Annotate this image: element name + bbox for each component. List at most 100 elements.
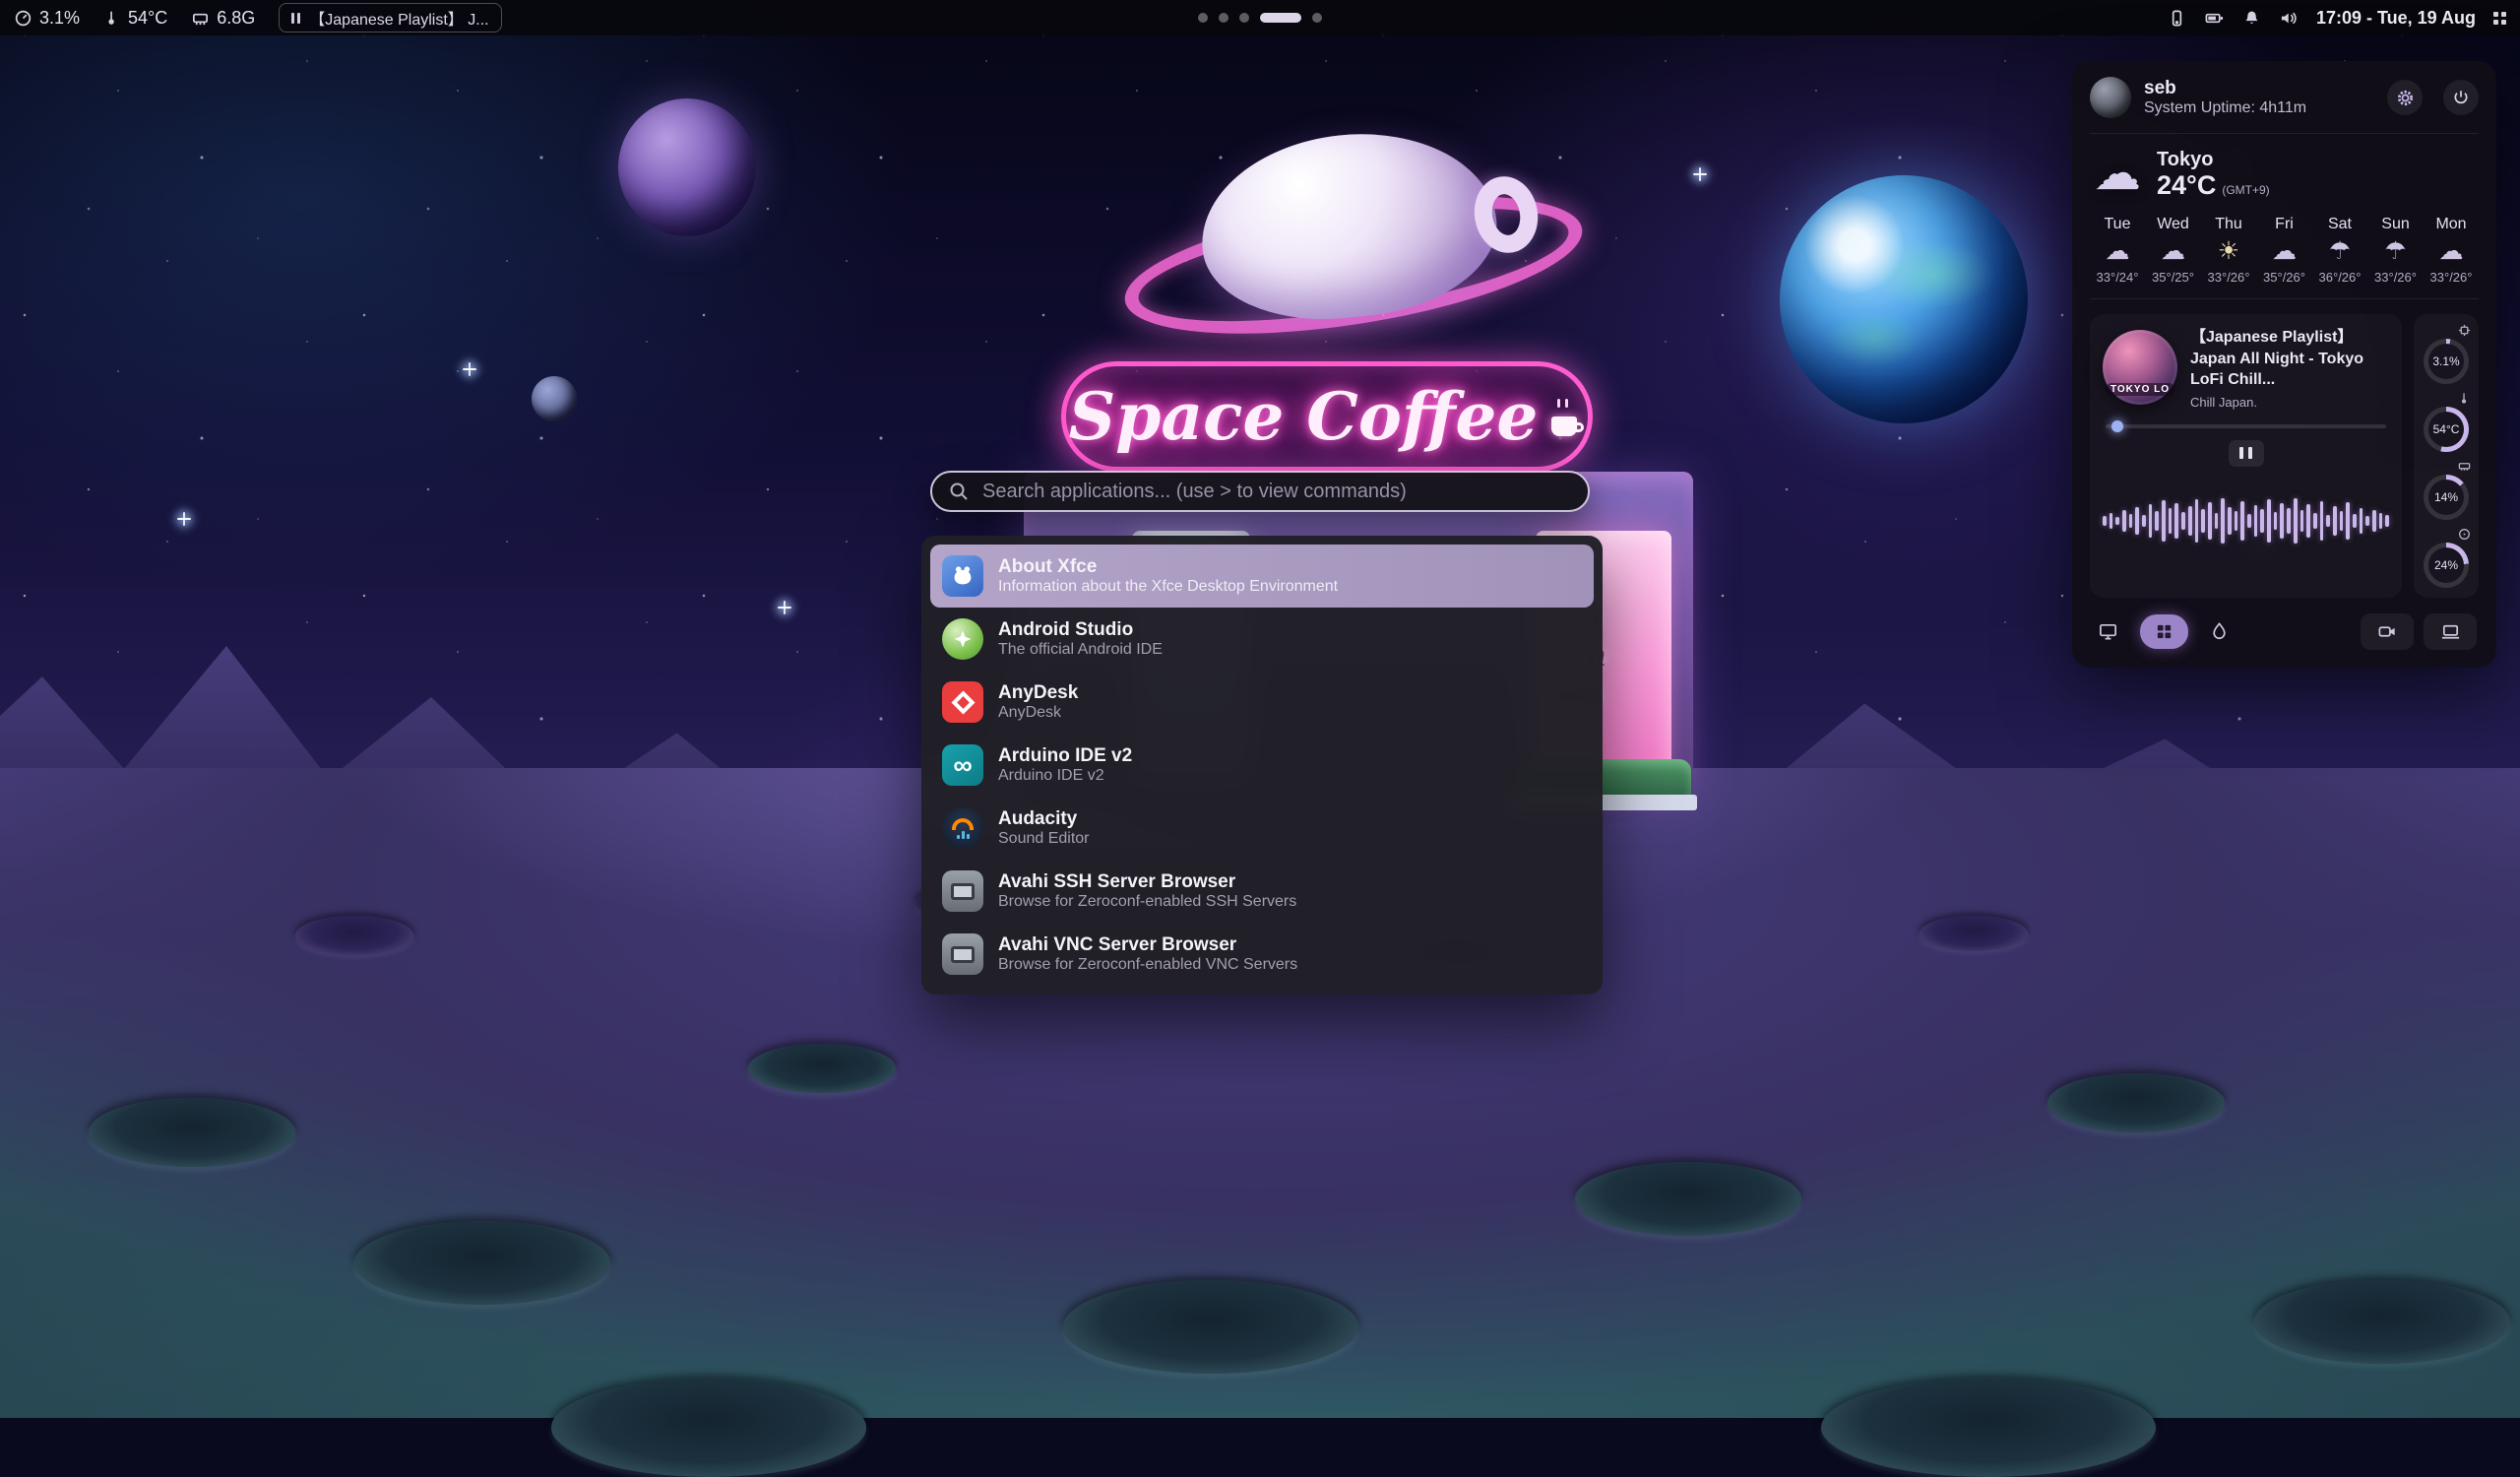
forecast-day-label: Fri [2275, 217, 2294, 232]
result-desc: AnyDesk [998, 705, 1078, 721]
user-name: seb [2144, 79, 2374, 97]
user-card: seb System Uptime: 4h11m [2090, 77, 2479, 118]
forecast-temps: 36°/26° [2319, 271, 2362, 284]
theme-button[interactable] [2210, 621, 2229, 642]
ram-icon [2458, 460, 2471, 473]
pause-button[interactable] [2229, 440, 2264, 467]
forecast-day[interactable]: Sun ☂ 33°/26° [2370, 217, 2422, 284]
result-title: Avahi VNC Server Browser [998, 935, 1297, 954]
media-indicator[interactable]: 【Japanese Playlist】 J... [279, 3, 501, 32]
forecast-day-label: Mon [2435, 217, 2466, 232]
crater [1063, 1280, 1358, 1374]
temp-indicator[interactable]: 54°C [103, 8, 167, 29]
result-title: About Xfce [998, 557, 1338, 576]
rain-icon: ☂ [2329, 239, 2351, 264]
rain-icon: ☂ [2384, 239, 2406, 264]
settings-button[interactable] [2387, 80, 2423, 115]
seek-bar[interactable] [2106, 424, 2386, 428]
topbar-right: 17:09 - Tue, 19 Aug [2168, 8, 2506, 29]
neon-sign: Space Coffee [1061, 361, 1593, 472]
result-item-android-studio[interactable]: Android Studio The official Android IDE [930, 608, 1594, 671]
search-input[interactable] [980, 480, 1572, 504]
forecast-day-label: Sun [2381, 217, 2409, 232]
ram-icon [191, 9, 210, 28]
forecast-day[interactable]: Thu ☀ 33°/26° [2203, 217, 2254, 284]
launcher-search-bar[interactable] [930, 471, 1590, 512]
forecast-day[interactable]: Sat ☂ 36°/26° [2314, 217, 2365, 284]
thermometer-icon [2458, 392, 2471, 405]
forecast-day[interactable]: Fri ☁ 35°/26° [2259, 217, 2310, 284]
weather-timezone: (GMT+9) [2222, 183, 2269, 197]
bell-icon[interactable] [2242, 9, 2261, 28]
apps-button[interactable] [2140, 614, 2188, 649]
thermometer-icon [103, 9, 121, 27]
arduino-icon: ∞ [942, 744, 983, 786]
disk-stat[interactable]: 24% [2420, 528, 2473, 588]
forecast-day-label: Sat [2328, 217, 2352, 232]
result-item-avahi-ssh[interactable]: Avahi SSH Server Browser Browse for Zero… [930, 860, 1594, 923]
result-title: AnyDesk [998, 683, 1078, 702]
workspace-dot[interactable] [1198, 13, 1208, 23]
workspace-indicator[interactable] [1198, 0, 1322, 35]
cpu-indicator[interactable]: 3.1% [14, 8, 80, 29]
battery-icon[interactable] [2204, 9, 2225, 28]
weather-card[interactable]: ☁ Tokyo 24°C (GMT+9) [2090, 149, 2479, 199]
ram-stat-value: 14% [2428, 480, 2464, 515]
forecast-day[interactable]: Tue ☁ 33°/24° [2092, 217, 2143, 284]
result-item-arduino[interactable]: ∞ Arduino IDE v2 Arduino IDE v2 [930, 734, 1594, 797]
workspace-dot[interactable] [1312, 13, 1322, 23]
result-item-audacity[interactable]: Audacity Sound Editor [930, 797, 1594, 860]
video-camera-icon [2377, 621, 2398, 642]
gear-icon [2396, 89, 2415, 107]
power-button[interactable] [2443, 80, 2479, 115]
system-stats-card: 3.1% 54°C 14% [2414, 314, 2479, 598]
clock[interactable]: 17:09 - Tue, 19 Aug [2316, 8, 2476, 29]
divider [2090, 133, 2479, 134]
track-subtitle: Chill Japan. [2190, 396, 2389, 409]
result-desc: Browse for Zeroconf-enabled VNC Servers [998, 957, 1297, 973]
forecast-day-label: Tue [2105, 217, 2131, 232]
track-title: 【Japanese Playlist】 Japan All Night - To… [2190, 327, 2389, 391]
crater [295, 916, 413, 955]
forecast-day[interactable]: Mon ☁ 33°/26° [2426, 217, 2477, 284]
result-item-anydesk[interactable]: AnyDesk AnyDesk [930, 671, 1594, 734]
sparkle-star [1693, 167, 1707, 181]
result-item-avahi-vnc[interactable]: Avahi VNC Server Browser Browse for Zero… [930, 923, 1594, 986]
screenshot-button[interactable] [2424, 613, 2477, 650]
forecast-day[interactable]: Wed ☁ 35°/25° [2148, 217, 2199, 284]
seek-handle[interactable] [2111, 420, 2123, 432]
cloud-icon: ☁ [2439, 239, 2464, 264]
widget-panel: seb System Uptime: 4h11m ☁ Tokyo 24°C (G… [2072, 61, 2496, 668]
droplet-icon [2210, 621, 2229, 642]
workspace-dot[interactable] [1219, 13, 1228, 23]
disk-stat-value: 24% [2428, 547, 2464, 583]
phone-link-icon[interactable] [2168, 9, 2186, 28]
forecast-temps: 33°/26° [2430, 271, 2473, 284]
topbar-left: 3.1% 54°C 6.8G 【Japanese Playlist】 J... [14, 3, 502, 32]
avatar[interactable] [2090, 77, 2131, 118]
result-desc: Browse for Zeroconf-enabled SSH Servers [998, 894, 1296, 910]
record-button[interactable] [2361, 613, 2414, 650]
memory-indicator[interactable]: 6.8G [191, 8, 255, 29]
neon-sign-text: Space Coffee [1069, 378, 1539, 455]
xfce-icon [942, 555, 983, 597]
ram-stat[interactable]: 14% [2420, 460, 2473, 520]
volume-icon[interactable] [2279, 9, 2299, 28]
app-grid-icon[interactable] [2493, 12, 2506, 25]
temp-stat-value: 54°C [2428, 412, 2464, 447]
crater [748, 1044, 896, 1093]
forecast-day-label: Wed [2157, 217, 2189, 232]
grid-icon [2155, 622, 2174, 641]
workspace-dot[interactable] [1239, 13, 1249, 23]
temp-stat[interactable]: 54°C [2420, 392, 2473, 452]
android-studio-icon [942, 618, 983, 660]
result-title: Avahi SSH Server Browser [998, 872, 1296, 891]
display-button[interactable] [2098, 621, 2118, 642]
cpu-stat-value: 3.1% [2428, 344, 2464, 379]
cpu-stat[interactable]: 3.1% [2420, 324, 2473, 384]
forecast-day-label: Thu [2215, 217, 2242, 232]
workspace-dot[interactable] [1260, 13, 1301, 23]
album-art[interactable]: TOKYO LO [2103, 330, 2177, 405]
result-item-about-xfce[interactable]: About Xfce Information about the Xfce De… [930, 545, 1594, 608]
cloud-icon: ☁ [2106, 239, 2130, 264]
